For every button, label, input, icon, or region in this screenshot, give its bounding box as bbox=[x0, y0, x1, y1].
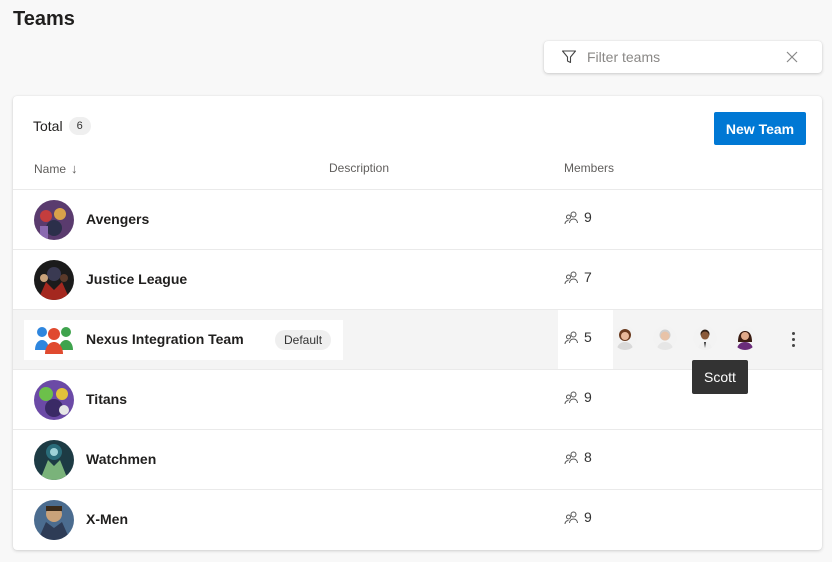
total-count-badge: 6 bbox=[68, 117, 91, 135]
team-name[interactable]: X-Men bbox=[86, 511, 128, 527]
member-avatar[interactable] bbox=[613, 326, 637, 350]
filter-teams-input[interactable] bbox=[587, 49, 782, 65]
member-count-value: 9 bbox=[584, 389, 592, 405]
page-title: Teams bbox=[13, 8, 75, 30]
table-row[interactable]: Watchmen 8 bbox=[13, 429, 822, 489]
close-icon[interactable] bbox=[784, 49, 800, 65]
team-avatar-watchmen bbox=[34, 440, 74, 480]
team-avatar-titans bbox=[34, 380, 74, 420]
column-header-members[interactable]: Members bbox=[564, 161, 614, 175]
member-avatar-scott[interactable] bbox=[693, 326, 717, 350]
filter-icon bbox=[561, 48, 579, 66]
more-actions-icon[interactable] bbox=[784, 329, 802, 349]
table-row[interactable]: Justice League 7 bbox=[13, 249, 822, 309]
people-icon bbox=[564, 270, 579, 285]
people-icon bbox=[564, 210, 579, 225]
member-avatar[interactable] bbox=[653, 326, 677, 350]
people-icon bbox=[564, 330, 579, 345]
team-name[interactable]: Avengers bbox=[86, 211, 149, 227]
member-count-value: 9 bbox=[584, 509, 592, 525]
member-avatar[interactable] bbox=[733, 326, 757, 350]
member-count: 9 bbox=[564, 209, 592, 225]
member-count: 7 bbox=[564, 269, 592, 285]
member-count-value: 7 bbox=[584, 269, 592, 285]
people-icon bbox=[564, 510, 579, 525]
team-avatar-x-men bbox=[34, 500, 74, 540]
member-avatars bbox=[613, 326, 773, 350]
team-name[interactable]: Titans bbox=[86, 391, 127, 407]
column-header-description[interactable]: Description bbox=[329, 161, 389, 175]
team-avatar-justice-league bbox=[34, 260, 74, 300]
teams-card: Total 6 New Team Name ↓ Description Memb… bbox=[13, 96, 822, 550]
member-tooltip: Scott bbox=[692, 360, 748, 394]
member-count-value: 8 bbox=[584, 449, 592, 465]
new-team-button[interactable]: New Team bbox=[714, 112, 806, 145]
team-name[interactable]: Watchmen bbox=[86, 451, 156, 467]
default-badge: Default bbox=[275, 330, 332, 350]
table-row[interactable]: X-Men 9 bbox=[13, 489, 822, 549]
column-header-name[interactable]: Name ↓ bbox=[34, 161, 78, 176]
total-summary: Total 6 bbox=[33, 117, 91, 135]
member-count-value: 9 bbox=[584, 209, 592, 225]
member-count: 9 bbox=[564, 509, 592, 525]
team-name[interactable]: Nexus Integration Team bbox=[86, 331, 244, 347]
team-name[interactable]: Justice League bbox=[86, 271, 187, 287]
people-icon bbox=[564, 390, 579, 405]
member-count: 8 bbox=[564, 449, 592, 465]
sort-descending-icon: ↓ bbox=[71, 161, 78, 176]
member-count-value: 5 bbox=[584, 329, 592, 345]
filter-teams-box[interactable] bbox=[544, 41, 822, 73]
team-avatar-avengers bbox=[34, 200, 74, 240]
member-count: 9 bbox=[564, 389, 592, 405]
team-avatar-nexus bbox=[34, 320, 74, 360]
people-icon bbox=[564, 450, 579, 465]
total-label: Total bbox=[33, 118, 63, 134]
member-count: 5 bbox=[564, 329, 592, 345]
column-name-label: Name bbox=[34, 161, 67, 176]
table-row[interactable]: Avengers 9 bbox=[13, 189, 822, 249]
